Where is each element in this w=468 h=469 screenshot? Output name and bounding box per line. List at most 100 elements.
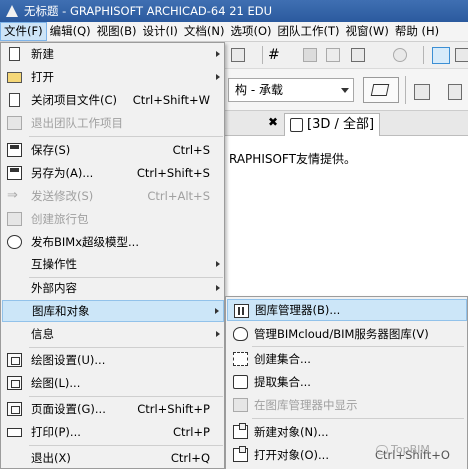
pointer-tool-icon[interactable]	[231, 48, 245, 62]
save-icon	[7, 143, 22, 157]
tab-3d-all[interactable]: [3D / 全部]	[284, 113, 380, 136]
eraser-icon[interactable]	[303, 48, 317, 62]
menu-item-label: 另存为(A)...	[31, 166, 94, 180]
menu-item-save-as[interactable]: 另存为(A)... Ctrl+Shift+S	[2, 162, 224, 184]
create-set-icon	[233, 352, 248, 366]
menu-edit[interactable]: 编辑(Q)	[47, 22, 94, 41]
menu-item-interoperability[interactable]: 互操作性	[2, 253, 224, 275]
menu-item-label: 外部内容	[31, 281, 77, 295]
submenu-item-extract-set[interactable]: 提取集合...	[227, 371, 467, 393]
file-menu-dropdown: 新建 打开 关闭项目文件(C) Ctrl+Shift+W 退出团队工作项目 保存…	[0, 42, 225, 469]
watermark-text: TopBIM	[391, 443, 430, 456]
menu-item-plot-setup[interactable]: 绘图设置(U)...	[2, 349, 224, 371]
submenu-arrow-icon	[216, 74, 220, 80]
menu-item-print[interactable]: 打印(P)... Ctrl+P	[2, 421, 224, 443]
submenu-item-show-in-library: 在图库管理器中显示	[227, 394, 467, 416]
submenu-arrow-icon	[216, 261, 220, 267]
menu-separator	[252, 418, 464, 419]
submenu-item-new-object[interactable]: 新建对象(N)...	[227, 421, 467, 443]
menu-item-label: 打印(P)...	[31, 425, 81, 439]
menu-item-shortcut: Ctrl+Shift+W	[132, 93, 210, 107]
submenu-item-label: 在图库管理器中显示	[254, 398, 358, 412]
menu-item-page-setup[interactable]: 页面设置(G)... Ctrl+Shift+P	[2, 398, 224, 420]
menu-item-publish-bimx[interactable]: 发布BIMx超级模型...	[2, 231, 224, 253]
toolbar-separator	[423, 46, 424, 64]
pencil-icon[interactable]	[326, 48, 340, 62]
menu-item-plot[interactable]: 绘图(L)...	[2, 372, 224, 394]
menu-item-travel-pack: 创建旅行包	[2, 208, 224, 230]
bimcloud-icon	[233, 327, 248, 341]
menu-item-label: 图库和对象	[32, 304, 90, 318]
person-icon[interactable]	[393, 48, 407, 62]
menu-window[interactable]: 视窗(W)	[342, 22, 391, 41]
toolbar-more-icon[interactable]	[455, 48, 468, 62]
toolbar-separator	[262, 46, 263, 64]
menu-item-label: 退出(X)	[31, 451, 71, 465]
layer-combo[interactable]: 构 - 承载	[228, 78, 354, 102]
menu-item-label: 发布BIMx超级模型...	[31, 235, 139, 249]
menu-item-label: 新建	[31, 47, 54, 61]
travel-pack-icon	[7, 212, 22, 226]
menu-view[interactable]: 视图(B)	[94, 22, 140, 41]
menu-item-new[interactable]: 新建	[2, 43, 224, 65]
menu-item-label: 创建旅行包	[31, 212, 89, 226]
extract-set-icon	[233, 375, 248, 389]
window-frame-icon[interactable]	[351, 48, 365, 62]
menu-separator	[29, 396, 223, 397]
save-as-icon	[7, 166, 22, 180]
title-bar: 无标题 - GRAPHISOFT ARCHICAD-64 21 EDU	[0, 0, 468, 22]
menu-item-close-project[interactable]: 关闭项目文件(C) Ctrl+Shift+W	[2, 89, 224, 111]
menu-file[interactable]: 文件(F)	[0, 22, 47, 41]
menu-item-label: 绘图设置(U)...	[31, 353, 106, 367]
archicad-app-icon[interactable]	[4, 4, 19, 19]
bimx-icon	[7, 235, 22, 249]
menu-item-shortcut: Ctrl+Alt+S	[147, 189, 210, 203]
open-object-icon	[233, 446, 248, 462]
menu-item-label: 发送修改(S)	[31, 189, 94, 203]
submenu-item-label: 打开对象(O)...	[254, 448, 329, 462]
menu-item-save[interactable]: 保存(S) Ctrl+S	[2, 139, 224, 161]
menu-item-shortcut: Ctrl+Shift+P	[137, 402, 210, 416]
close-tab-icon[interactable]: ✖	[268, 115, 278, 129]
menu-item-external-content[interactable]: 外部内容	[2, 277, 224, 299]
plot-icon	[7, 376, 22, 390]
submenu-arrow-icon	[216, 51, 220, 57]
watermark: TopBIM	[376, 443, 430, 456]
show-in-library-icon	[233, 398, 248, 412]
open-folder-icon	[7, 72, 22, 83]
menu-item-label: 绘图(L)...	[31, 376, 81, 390]
submenu-item-label: 图库管理器(B)...	[255, 303, 341, 317]
model-view-icon[interactable]	[432, 47, 450, 64]
3d-cylinder-icon[interactable]	[448, 84, 462, 100]
menu-options[interactable]: 选项(O)	[227, 22, 274, 41]
menu-item-open[interactable]: 打开	[2, 66, 224, 88]
leave-teamwork-icon	[7, 116, 22, 130]
menu-item-exit[interactable]: 退出(X) Ctrl+Q	[2, 447, 224, 469]
menu-design[interactable]: 设计(I)	[140, 22, 181, 41]
canvas-text: RAPHISOFT友情提供。	[229, 152, 356, 166]
menu-item-libraries-objects[interactable]: 图库和对象	[2, 300, 224, 322]
slab-shape-icon	[370, 84, 390, 96]
send-changes-icon: ⇒	[7, 188, 18, 203]
menu-item-label: 关闭项目文件(C)	[31, 93, 118, 107]
menu-item-label: 打开	[31, 70, 54, 84]
3d-box-icon[interactable]	[414, 84, 430, 100]
geometry-method-button[interactable]	[363, 77, 399, 103]
submenu-arrow-icon	[215, 308, 219, 314]
submenu-item-manage-bimcloud[interactable]: 管理BIMcloud/BIM服务器图库(V)	[227, 323, 467, 345]
submenu-item-label: 提取集合...	[254, 375, 311, 389]
layer-combo-value: 构 - 承载	[235, 83, 283, 97]
submenu-item-open-object[interactable]: 打开对象(O)... Ctrl+Shift+O	[227, 444, 467, 466]
menu-teamwork[interactable]: 团队工作(T)	[274, 22, 342, 41]
printer-icon	[7, 428, 22, 437]
submenu-arrow-icon	[216, 331, 220, 337]
new-object-icon	[233, 423, 248, 439]
menu-document[interactable]: 文档(N)	[181, 22, 228, 41]
grid-snap-icon[interactable]: #	[268, 48, 282, 62]
submenu-item-create-set[interactable]: 创建集合...	[227, 348, 467, 370]
menu-separator	[29, 347, 223, 348]
submenu-item-library-manager[interactable]: 图库管理器(B)...	[227, 299, 467, 321]
menu-separator	[29, 445, 223, 446]
menu-help[interactable]: 帮助 (H)	[392, 22, 442, 41]
menu-item-info[interactable]: 信息	[2, 323, 224, 345]
